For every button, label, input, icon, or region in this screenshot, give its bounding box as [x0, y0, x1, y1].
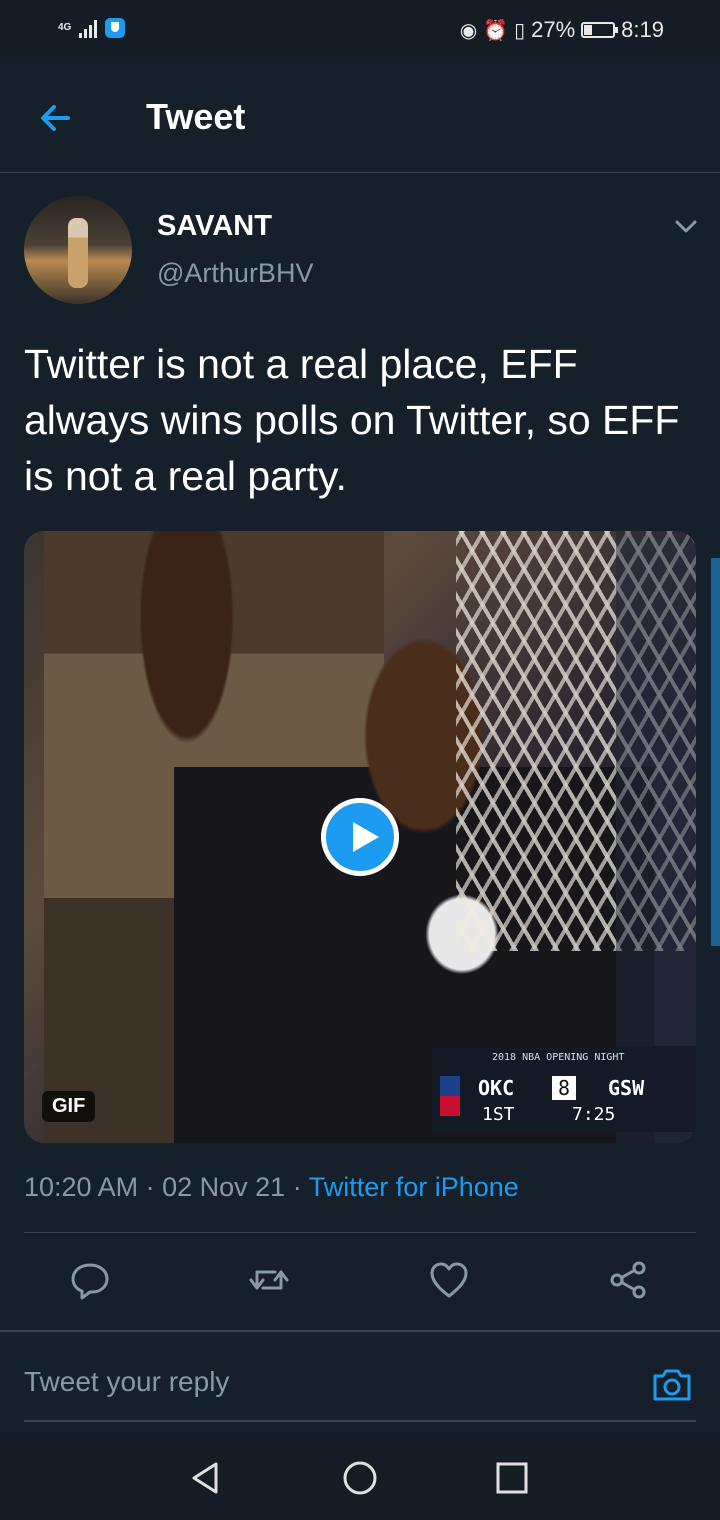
camera-button[interactable] [650, 1362, 694, 1406]
chevron-down-icon [675, 220, 697, 233]
alarm-icon: ⏰ [483, 19, 509, 42]
like-button[interactable] [427, 1258, 471, 1302]
reply-icon [71, 1263, 109, 1300]
reply-composer: Tweet your reply [0, 1332, 720, 1432]
scoreboard-score1: 8 [552, 1076, 577, 1100]
vibrate-icon: ▯ [514, 19, 526, 42]
arrow-left-icon [41, 105, 70, 131]
signal-icon [79, 18, 98, 38]
share-icon [610, 1261, 646, 1299]
reply-button[interactable] [68, 1258, 112, 1302]
tweet-date: 02 Nov 21 [162, 1172, 286, 1202]
tweet-text: Twitter is not a real place, EFF always … [24, 341, 680, 499]
system-nav-bar [0, 1432, 720, 1520]
divider [24, 1232, 696, 1233]
eye-icon: ◉ [459, 19, 478, 42]
status-left: 4G [58, 18, 126, 38]
status-bar: 4G ◉ ⏰ ▯ 27% 8:19 [0, 0, 720, 62]
tweet-metadata: 10:20 AM · 02 Nov 21 · Twitter for iPhon… [24, 1172, 519, 1203]
reply-underline [24, 1420, 696, 1422]
retweet-icon [249, 1270, 289, 1290]
author-handle[interactable]: @ArthurBHV [157, 258, 313, 289]
retweet-button[interactable] [247, 1258, 291, 1302]
home-circle-icon [343, 1461, 377, 1495]
author-name[interactable]: SAVANT [157, 210, 272, 243]
meta-separator: · [145, 1172, 155, 1202]
reply-input[interactable]: Tweet your reply [24, 1366, 229, 1398]
scoreboard-clock: 7:25 [572, 1104, 616, 1125]
tweet-time: 10:20 AM [24, 1172, 139, 1202]
like-icon [430, 1262, 468, 1298]
vpn-shield-icon [105, 18, 126, 38]
status-right: ◉ ⏰ ▯ 27% 8:19 [460, 17, 664, 43]
avatar[interactable] [24, 196, 132, 304]
scrollbar[interactable] [711, 558, 720, 946]
back-button[interactable] [34, 96, 78, 140]
nav-recents-button[interactable] [490, 1456, 534, 1500]
gif-badge: GIF [42, 1091, 96, 1122]
meta-separator: · [292, 1172, 302, 1202]
scoreboard-team1: OKC [478, 1076, 515, 1100]
battery-percent: 27% [531, 17, 576, 42]
battery-icon [581, 22, 619, 38]
recents-square-icon [496, 1462, 528, 1494]
clock: 8:19 [621, 17, 664, 42]
tweet-actions [0, 1252, 720, 1312]
nav-home-button[interactable] [338, 1456, 382, 1500]
camera-icon [653, 1369, 691, 1401]
top-app-bar: Tweet [0, 62, 720, 173]
share-button[interactable] [606, 1258, 650, 1302]
nav-back-button[interactable] [184, 1456, 228, 1500]
scoreboard-team2: GSW [608, 1076, 645, 1100]
page-title: Tweet [146, 96, 246, 137]
tweet-media-gif[interactable]: 2018 NBA OPENING NIGHT OKC 8 GSW 1ST 7:2… [24, 531, 696, 1143]
tweet-source-link[interactable]: Twitter for iPhone [309, 1172, 519, 1202]
play-button[interactable] [321, 798, 399, 876]
scoreboard-period: 1ST [482, 1104, 515, 1125]
scoreboard-overlay: 2018 NBA OPENING NIGHT OKC 8 GSW 1ST 7:2… [432, 1046, 696, 1132]
network-type: 4G [58, 22, 72, 33]
back-triangle-icon [192, 1462, 218, 1494]
more-options-button[interactable] [672, 212, 700, 240]
scoreboard-title: 2018 NBA OPENING NIGHT [492, 1052, 625, 1063]
